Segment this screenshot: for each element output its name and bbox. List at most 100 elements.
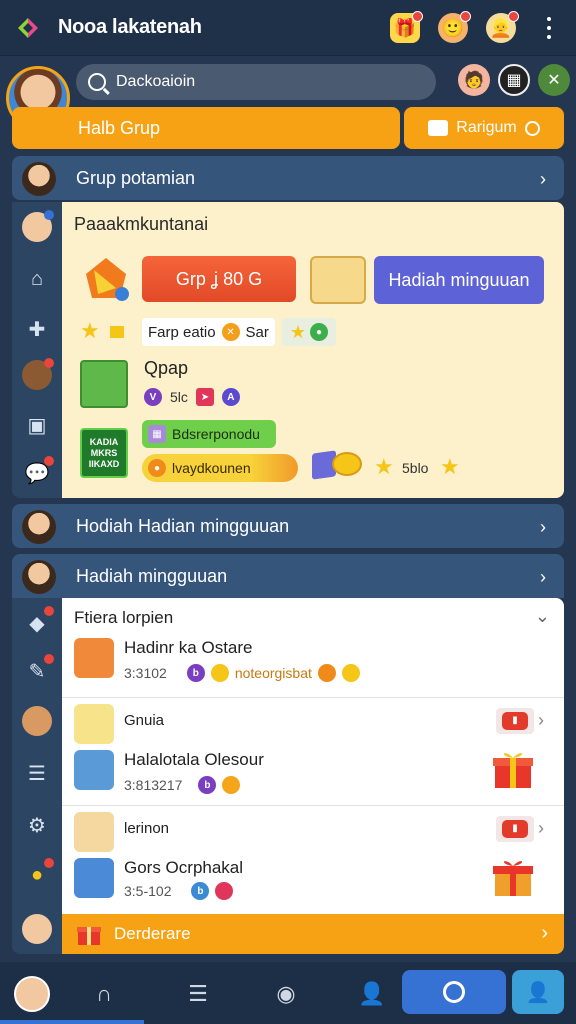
- group-button[interactable]: Halb Grup: [12, 107, 400, 149]
- section-weekly-list-header[interactable]: Hadiah mingguuan ›: [12, 554, 564, 598]
- character-icon[interactable]: [22, 706, 52, 736]
- search-bar[interactable]: [76, 64, 436, 100]
- coin-stack-icon[interactable]: ●: [22, 858, 54, 890]
- section-title: Hodiah Hadian mingguuan: [76, 515, 290, 536]
- status-pill-yellow[interactable]: ● lvaydkounen: [142, 454, 298, 482]
- gift-icon: ▦: [148, 425, 166, 443]
- item-time: 3:813217: [124, 777, 183, 793]
- avatar: [22, 162, 56, 196]
- check-icon: ●: [310, 323, 329, 341]
- board-icon[interactable]: ▣: [22, 410, 52, 440]
- settings-icon[interactable]: ⚙: [22, 810, 52, 840]
- compass-icon[interactable]: ◉: [268, 976, 304, 1012]
- section-title: Hadiah mingguuan: [76, 565, 228, 586]
- item-meta: 3:3102 b noteorgisbat: [124, 664, 360, 682]
- status-badge[interactable]: ▮: [496, 816, 534, 842]
- nav-profile-tab[interactable]: 👤: [512, 970, 564, 1014]
- list-icon[interactable]: ☰: [180, 976, 216, 1012]
- chat-icon[interactable]: 💬: [22, 456, 54, 488]
- ticket-icon: [428, 120, 449, 136]
- badge-icon: b: [186, 664, 205, 682]
- ranking-button[interactable]: Rarigum: [404, 107, 564, 149]
- cup-icon[interactable]: [310, 256, 366, 304]
- chevron-right-icon: ›: [540, 567, 546, 587]
- shop-icon[interactable]: 🎁: [390, 11, 423, 43]
- profile-nav-icon[interactable]: [14, 976, 50, 1012]
- list-icon[interactable]: ☰: [22, 758, 52, 788]
- fruit-icon[interactable]: [80, 254, 132, 304]
- item-name: lerinon: [124, 820, 170, 837]
- star-icon: ★: [440, 454, 460, 479]
- star-icon: ★: [289, 322, 307, 342]
- app-title: Nooa lakatenah: [58, 16, 202, 38]
- card-title: Paaakmkuntanai: [74, 214, 209, 234]
- calendar-icon[interactable]: ▦: [498, 64, 530, 96]
- gift-icon[interactable]: [492, 748, 534, 790]
- promo-line: MKRS: [90, 447, 118, 458]
- item-name: Gors Ocrphakal: [124, 858, 244, 877]
- person-icon: 👤: [525, 981, 551, 1004]
- list-item[interactable]: lerinon ▮ › Gors Ocrphakal 3:5-102 b: [62, 806, 564, 916]
- friend-icon[interactable]: 🙂: [438, 11, 471, 43]
- top-bar: Nooa lakatenah 🎁 🙂 👱: [0, 0, 576, 56]
- ticket-icon: [110, 326, 124, 338]
- footer-action-label: Derderare: [114, 924, 191, 943]
- puzzle-icon[interactable]: ✚: [22, 314, 52, 344]
- nav-active-tab[interactable]: [402, 970, 506, 1014]
- gift-icon: [77, 927, 101, 945]
- character-icon[interactable]: 🧑: [458, 64, 490, 96]
- chevron-right-icon: ›: [538, 710, 544, 730]
- group-name: Qpap: [144, 358, 189, 378]
- coin-icon: [210, 664, 229, 682]
- gift-icon[interactable]: [492, 856, 534, 898]
- search-input[interactable]: [116, 73, 396, 91]
- group-meta: V 5lc ➤ A: [144, 388, 240, 406]
- section-weekly-reward-header[interactable]: Hodiah Hadian mingguuan ›: [12, 504, 564, 548]
- coin-icon: [215, 882, 234, 900]
- chevron-down-icon[interactable]: ⌄: [535, 606, 550, 627]
- section-group-header[interactable]: Grup potamian ›: [12, 156, 564, 200]
- stars-value: 5blo: [402, 460, 429, 476]
- weekly-reward-button[interactable]: Hadiah minguuan: [374, 256, 544, 304]
- avatar-icon[interactable]: [22, 210, 54, 242]
- badge-icon: b: [198, 776, 217, 794]
- status-badge[interactable]: ▮: [496, 708, 534, 734]
- list-item[interactable]: Gnuia ▮ › Halalotala Olesour 3:813217 b: [62, 698, 564, 806]
- app-logo-icon[interactable]: [16, 16, 40, 40]
- more-menu-icon[interactable]: [540, 14, 558, 42]
- coin-icon: [317, 664, 336, 682]
- friend-icon[interactable]: [22, 358, 54, 390]
- avatar-icon[interactable]: 👱: [486, 11, 519, 43]
- headphones-icon[interactable]: ∩: [86, 976, 122, 1012]
- group-coin-button[interactable]: Grp ʝ 80 G: [142, 256, 296, 302]
- left-rail: ⌂ ✚ ▣ 💬: [12, 202, 62, 498]
- star-icon: ★: [374, 454, 394, 479]
- group-emblem-icon[interactable]: [80, 360, 128, 408]
- chevron-right-icon: ›: [540, 169, 546, 189]
- promo-line: KADIA: [89, 436, 119, 447]
- pencil-icon[interactable]: ✎: [22, 654, 54, 686]
- emoji-icon: [341, 664, 360, 682]
- status-pill-label: Bdsrerponodu: [172, 426, 260, 442]
- item-name: Hadinr ka Ostare: [124, 638, 253, 657]
- clock-icon: [443, 981, 465, 1003]
- item-name: Halalotala Olesour: [124, 750, 264, 769]
- tools-icon[interactable]: ✕: [538, 64, 570, 96]
- item-meta: 3:5-102 b: [124, 882, 234, 900]
- promo-board[interactable]: KADIA MKRS IIKAXD: [80, 428, 128, 478]
- list-item[interactable]: Hadinr ka Ostare 3:3102 b noteorgisbat: [62, 632, 564, 698]
- character-thumb: [74, 858, 114, 898]
- star-badge: ★ ●: [282, 318, 336, 346]
- item-time: 3:3102: [124, 665, 167, 681]
- footer-action-bar[interactable]: Derderare ›: [62, 914, 564, 954]
- search-icon: [524, 120, 540, 136]
- user-icon[interactable]: 👤: [354, 976, 390, 1012]
- character-thumb: [74, 638, 114, 678]
- group-card: Paaakmkuntanai Grp ʝ 80 G Hadiah minguua…: [62, 202, 564, 498]
- status-pill-green[interactable]: ▦ Bdsrerponodu: [142, 420, 276, 448]
- chevron-right-icon: ›: [538, 818, 544, 838]
- home-icon[interactable]: ⌂: [22, 264, 52, 294]
- avatar-icon[interactable]: [22, 914, 52, 944]
- status-pill-label: lvaydkounen: [172, 460, 251, 476]
- kite-icon[interactable]: ◆: [22, 606, 54, 638]
